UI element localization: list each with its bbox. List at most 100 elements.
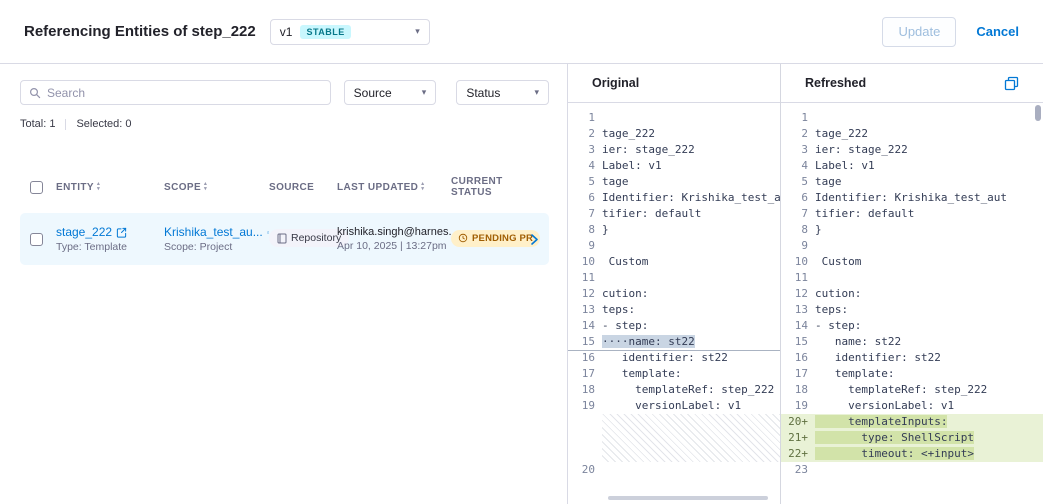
line-number: 4 xyxy=(568,158,602,174)
code-line: 5tage xyxy=(781,174,1043,190)
line-number: 3 xyxy=(568,142,602,158)
line-number: 14 xyxy=(781,318,815,334)
code-line: 8} xyxy=(781,222,1043,238)
line-number: 3 xyxy=(781,142,815,158)
status-badge-label: PENDING PR xyxy=(472,233,533,244)
line-number: 5 xyxy=(781,174,815,190)
column-entity[interactable]: ENTITY ▴▾ xyxy=(56,182,164,193)
code-line: 10 Custom xyxy=(781,254,1043,270)
code-line: 17 template: xyxy=(568,366,780,382)
refreshed-pane: Refreshed 12tage_2223ier: stage_2224Labe… xyxy=(781,64,1043,504)
version-value: v1 xyxy=(280,25,293,39)
line-number: 21+ xyxy=(781,430,815,446)
column-scope-label: SCOPE xyxy=(164,182,201,193)
code-line: 17 template: xyxy=(781,366,1043,382)
code-line: 11 xyxy=(781,270,1043,286)
code-line: 7tifier: default xyxy=(568,206,780,222)
code-line: 12cution: xyxy=(568,286,780,302)
code-line: 20+ templateInputs: xyxy=(781,414,1043,430)
line-number: 5 xyxy=(568,174,602,190)
code-line: 2tage_222 xyxy=(568,126,780,142)
vertical-scrollbar-thumb[interactable] xyxy=(1035,105,1041,121)
column-source-label: SOURCE xyxy=(269,182,314,193)
line-number: 20 xyxy=(568,462,602,478)
code-line: 2tage_222 xyxy=(781,126,1043,142)
stable-badge: STABLE xyxy=(300,25,350,39)
line-number: 17 xyxy=(781,366,815,382)
diff-view: Original 12tage_2223ier: stage_2224Label… xyxy=(568,64,1043,504)
selection-summary: Total: 1 Selected: 0 xyxy=(20,118,549,130)
code-line: 23 xyxy=(781,462,1043,478)
code-line: 18 templateRef: step_222 xyxy=(781,382,1043,398)
filter-bar: Source ▾ Status ▾ xyxy=(20,80,549,105)
code-line: 4Label: v1 xyxy=(781,158,1043,174)
table-row[interactable]: stage_222 Type: Template Krishika_test_a… xyxy=(20,213,549,265)
update-button[interactable]: Update xyxy=(882,17,956,47)
code-line: 6Identifier: Krishika_test_aut xyxy=(568,190,780,206)
line-number: 2 xyxy=(568,126,602,142)
line-number: 19 xyxy=(781,398,815,414)
line-number: 19 xyxy=(568,398,602,414)
code-line: 21+ type: ShellScript xyxy=(781,430,1043,446)
code-line: 11 xyxy=(568,270,780,286)
code-line: 9 xyxy=(781,238,1043,254)
line-number: 4 xyxy=(781,158,815,174)
scope-name-link[interactable]: Krishika_test_au... xyxy=(164,225,263,239)
code-line: 10 Custom xyxy=(568,254,780,270)
search-input[interactable] xyxy=(47,86,322,100)
source-cell: Repository xyxy=(269,229,337,249)
code-line: 1 xyxy=(568,110,780,126)
scope-detail: Scope: Project xyxy=(164,241,269,253)
line-number: 7 xyxy=(568,206,602,222)
line-number: 23 xyxy=(781,462,815,478)
summary-divider xyxy=(65,119,66,130)
line-number: 10 xyxy=(781,254,815,270)
entity-name-link[interactable]: stage_222 xyxy=(56,225,112,239)
line-number: 16 xyxy=(781,350,815,366)
column-current-status: CURRENT STATUS xyxy=(451,176,531,198)
source-badge-label: Repository xyxy=(291,232,341,244)
column-scope[interactable]: SCOPE ▴▾ xyxy=(164,182,269,193)
column-last-updated-label: LAST UPDATED xyxy=(337,182,418,193)
line-number: 1 xyxy=(781,110,815,126)
code-line: 4Label: v1 xyxy=(568,158,780,174)
search-box xyxy=(20,80,331,105)
version-select[interactable]: v1 STABLE ▾ xyxy=(270,19,430,45)
line-number: 15 xyxy=(568,334,602,350)
horizontal-scrollbar-thumb[interactable] xyxy=(608,496,768,500)
line-number: 8 xyxy=(781,222,815,238)
original-code-editor[interactable]: 12tage_2223ier: stage_2224Label: v15tage… xyxy=(568,103,780,504)
line-number: 11 xyxy=(568,270,602,286)
chevron-down-icon: ▾ xyxy=(534,88,539,97)
source-filter-label: Source xyxy=(354,86,392,100)
code-line: 15····name: st22 xyxy=(568,334,780,350)
chevron-right-icon[interactable] xyxy=(531,234,549,245)
line-number: 12 xyxy=(781,286,815,302)
line-number: 15 xyxy=(781,334,815,350)
total-count: Total: 1 xyxy=(20,118,55,130)
status-filter[interactable]: Status ▾ xyxy=(456,80,549,105)
line-number: 20+ xyxy=(781,414,815,430)
search-icon xyxy=(29,87,41,99)
code-line: 5tage xyxy=(568,174,780,190)
refreshed-code-editor[interactable]: 12tage_2223ier: stage_2224Label: v15tage… xyxy=(781,103,1043,504)
cancel-button[interactable]: Cancel xyxy=(976,24,1019,39)
code-line: 1 xyxy=(781,110,1043,126)
row-checkbox[interactable] xyxy=(30,233,43,246)
original-pane-header: Original xyxy=(568,64,780,103)
copy-icon[interactable] xyxy=(1004,76,1019,91)
code-line: 3ier: stage_222 xyxy=(781,142,1043,158)
entity-type: Type: Template xyxy=(56,241,164,253)
code-line: 8} xyxy=(568,222,780,238)
page-title: Referencing Entities of step_222 xyxy=(24,23,256,40)
original-pane: Original 12tage_2223ier: stage_2224Label… xyxy=(568,64,781,504)
code-line: 18 templateRef: step_222 xyxy=(568,382,780,398)
code-line: 19 versionLabel: v1 xyxy=(568,398,780,414)
column-last-updated[interactable]: LAST UPDATED ▴▾ xyxy=(337,182,451,193)
entities-panel: Source ▾ Status ▾ Total: 1 Selected: 0 E… xyxy=(0,64,568,504)
source-filter[interactable]: Source ▾ xyxy=(344,80,437,105)
code-line: 15 name: st22 xyxy=(781,334,1043,350)
external-link-icon xyxy=(116,227,127,238)
select-all-checkbox[interactable] xyxy=(30,181,43,194)
line-number: 13 xyxy=(781,302,815,318)
